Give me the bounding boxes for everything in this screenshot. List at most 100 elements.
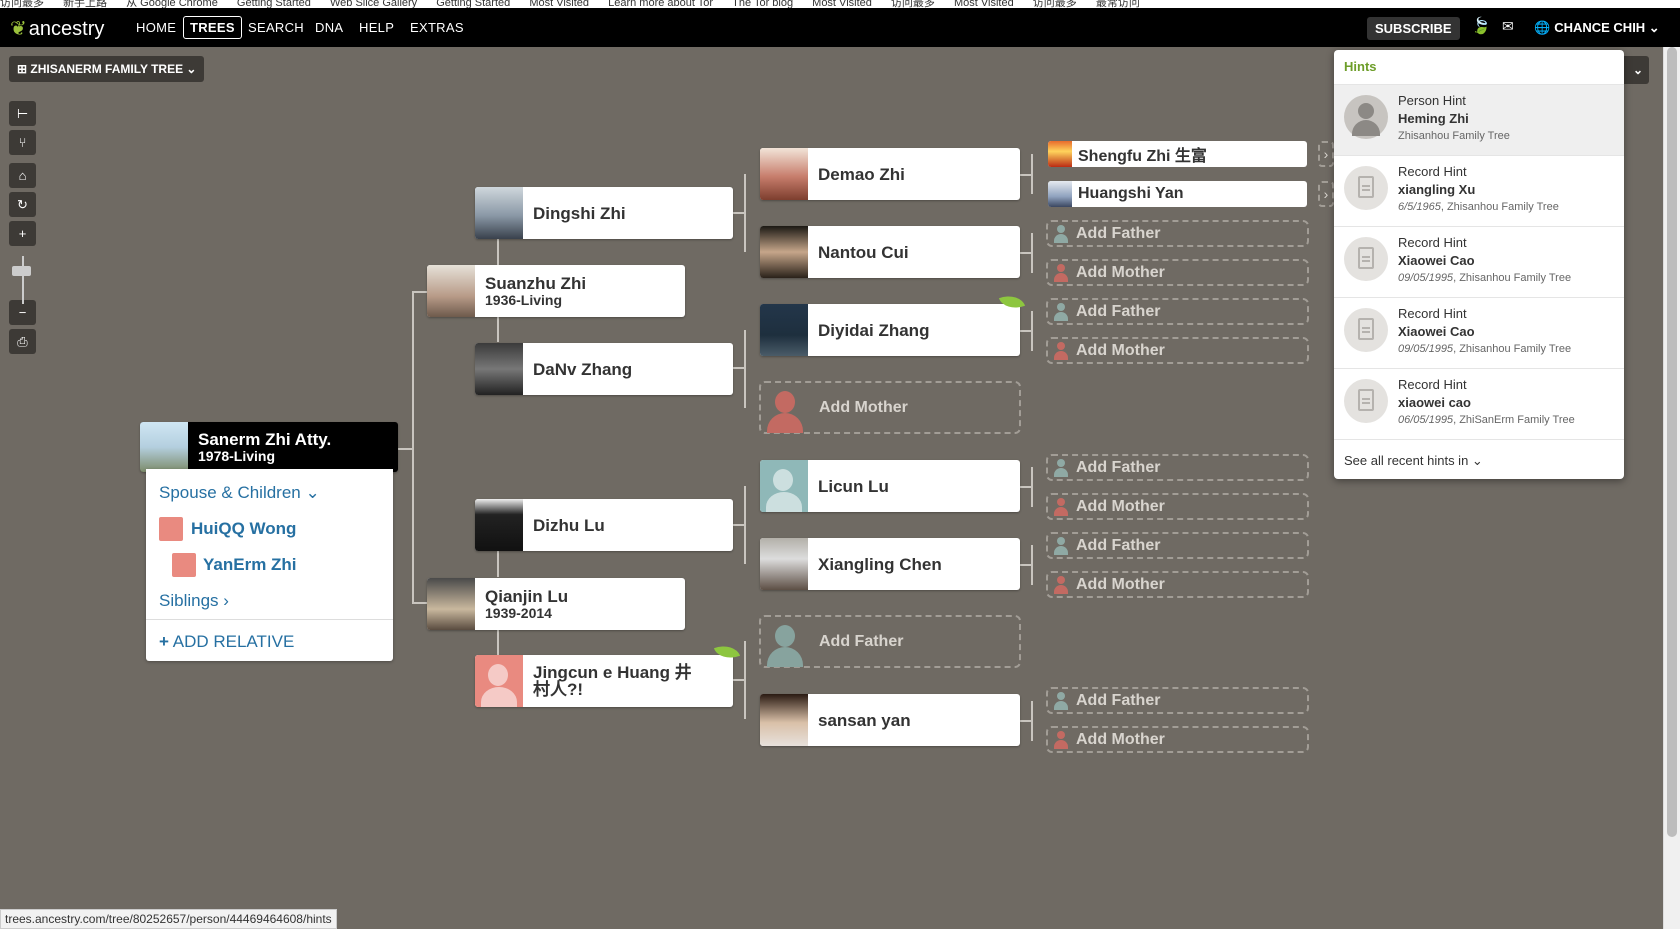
person-card[interactable]: Diyidai Zhang [760, 304, 1020, 356]
subscribe-button[interactable]: SUBSCRIBE [1367, 17, 1460, 40]
add-mother-slot[interactable]: Add Mother [1046, 259, 1309, 286]
person-card[interactable]: Dizhu Lu [475, 499, 733, 551]
bookmark[interactable]: Web Slice Gallery [330, 0, 417, 8]
nav-help[interactable]: HELP [359, 20, 394, 35]
add-mother-label: Add Mother [819, 398, 908, 416]
add-mother-slot[interactable]: Add Mother [759, 381, 1021, 434]
person-name: Jingcun e Huang 井村人?! [533, 663, 692, 699]
add-father-slot[interactable]: Add Father [1046, 532, 1309, 559]
siblings-toggle[interactable]: Siblings › [159, 591, 229, 611]
person-card[interactable]: Nantou Cui [760, 226, 1020, 278]
print-icon[interactable]: ⎙ [9, 329, 36, 354]
male-icon [1054, 691, 1068, 710]
tree-selector[interactable]: ⊞ ZHISANERM FAMILY TREE ⌄ [9, 56, 205, 82]
person-card[interactable]: Qianjin Lu 1939-2014 [427, 578, 685, 630]
mail-icon[interactable]: ✉ [1502, 18, 1514, 35]
person-card[interactable]: Licun Lu [760, 460, 1020, 512]
bookmark[interactable]: 最常访问 [1096, 0, 1140, 8]
hint-item[interactable]: Record Hint Xiaowei Cao 09/05/1995, Zhis… [1334, 297, 1624, 368]
person-name: Qianjin Lu [485, 586, 569, 606]
male-icon [1054, 536, 1068, 555]
hint-name: Xiaowei Cao [1398, 253, 1475, 268]
user-menu[interactable]: 🌐 CHANCE CHIH ⌄ [1534, 20, 1660, 36]
reset-icon[interactable]: ↻ [9, 192, 36, 217]
bookmark[interactable]: 从 Google Chrome [126, 0, 218, 8]
root-photo [140, 422, 188, 472]
bookmark[interactable]: Most Visited [529, 0, 589, 8]
root-person-card[interactable]: Sanerm Zhi Atty. 1978-Living [140, 422, 398, 472]
add-father-label: Add Father [1076, 224, 1161, 242]
add-mother-slot[interactable]: Add Mother [1046, 726, 1309, 753]
add-mother-slot[interactable]: Add Mother [1046, 337, 1309, 364]
page-scrollbar[interactable] [1663, 47, 1680, 929]
person-name: Dizhu Lu [533, 515, 605, 535]
person-photo [760, 304, 808, 356]
person-photo [427, 578, 475, 630]
spouse-link[interactable]: HuiQQ Wong [191, 519, 296, 539]
hints-title: Hints [1344, 59, 1377, 74]
bookmark[interactable]: 新手上路 [63, 0, 107, 8]
add-mother-slot[interactable]: Add Mother [1046, 493, 1309, 520]
add-father-slot[interactable]: Add Father [1046, 220, 1309, 247]
hint-item[interactable]: Record Hint Xiaowei Cao 09/05/1995, Zhis… [1334, 226, 1624, 297]
person-card-small[interactable]: Shengfu Zhi 生富 [1048, 141, 1307, 167]
hint-meta: 6/5/1965, Zhisanhou Family Tree [1398, 201, 1559, 213]
hint-item[interactable]: Record Hint xiaowei cao 06/05/1995, ZhiS… [1334, 368, 1624, 439]
expand-right-icon[interactable]: › [1318, 181, 1334, 207]
home-icon[interactable]: ⌂ [9, 163, 36, 188]
nav-trees[interactable]: TREES [183, 16, 242, 39]
connector [744, 641, 746, 719]
person-name: DaNv Zhang [533, 359, 633, 379]
child-link[interactable]: YanErm Zhi [203, 555, 297, 575]
divider [146, 619, 393, 620]
zoom-in-icon[interactable]: + [9, 221, 36, 246]
zoom-thumb[interactable] [12, 266, 31, 276]
pedigree-view-icon[interactable]: ⊢ [9, 101, 36, 126]
spouse-children-toggle[interactable]: Spouse & Children ⌄ [159, 483, 320, 503]
add-father-slot[interactable]: Add Father [1046, 687, 1309, 714]
add-father-label: Add Father [1076, 302, 1161, 320]
bookmark[interactable]: 访问最多 [0, 0, 44, 8]
bookmark[interactable]: Most Visited [954, 0, 1014, 8]
nav-extras[interactable]: EXTRAS [410, 20, 464, 35]
expand-right-icon[interactable]: › [1318, 141, 1334, 167]
bookmark[interactable]: The Tor blog [732, 0, 793, 8]
bookmark[interactable]: Learn more about Tor [608, 0, 713, 8]
person-name: Dingshi Zhi [533, 203, 626, 223]
bookmark[interactable]: Getting Started [436, 0, 510, 8]
person-photo [760, 226, 808, 278]
person-card[interactable]: Demao Zhi [760, 148, 1020, 200]
person-card[interactable]: Jingcun e Huang 井村人?! [475, 655, 733, 707]
person-card-small[interactable]: Huangshi Yan [1048, 181, 1307, 207]
bookmark[interactable]: 访问最多 [1033, 0, 1077, 8]
add-father-slot[interactable]: Add Father [759, 615, 1021, 668]
hint-name: xiaowei cao [1398, 395, 1471, 410]
person-card[interactable]: sansan yan [760, 694, 1020, 746]
nav-dna[interactable]: DNA [315, 20, 343, 35]
add-relative-button[interactable]: + ADD RELATIVE [159, 632, 294, 652]
add-mother-slot[interactable]: Add Mother [1046, 571, 1309, 598]
record-document-icon [1344, 237, 1388, 281]
bookmark[interactable]: Most Visited [812, 0, 872, 8]
nav-home[interactable]: HOME [136, 20, 176, 35]
hint-leaf-icon[interactable] [713, 641, 739, 667]
person-card[interactable]: Xiangling Chen [760, 538, 1020, 590]
hint-item[interactable]: Person Hint Heming Zhi Zhisanhou Family … [1334, 84, 1624, 155]
hints-leaf-icon[interactable]: 🍃 [1470, 16, 1492, 38]
person-card[interactable]: Suanzhu Zhi 1936-Living [427, 265, 685, 317]
add-father-slot[interactable]: Add Father [1046, 298, 1309, 325]
hint-leaf-icon[interactable] [998, 291, 1024, 317]
family-view-icon[interactable]: ⑂ [9, 130, 36, 155]
add-father-slot[interactable]: Add Father [1046, 454, 1309, 481]
root-name: Sanerm Zhi Atty. [198, 429, 332, 449]
see-all-hints-link[interactable]: See all recent hints in ⌄ [1344, 453, 1483, 469]
ancestry-logo[interactable]: ❦ ancestry [10, 16, 104, 41]
person-name: Diyidai Zhang [818, 320, 930, 340]
person-card[interactable]: DaNv Zhang [475, 343, 733, 395]
hint-item[interactable]: Record Hint xiangling Xu 6/5/1965, Zhisa… [1334, 155, 1624, 226]
bookmark[interactable]: Getting Started [237, 0, 311, 8]
scrollbar-thumb[interactable] [1667, 47, 1677, 837]
person-card[interactable]: Dingshi Zhi [475, 187, 733, 239]
bookmark[interactable]: 访问最多 [891, 0, 935, 8]
nav-search[interactable]: SEARCH [248, 20, 304, 35]
